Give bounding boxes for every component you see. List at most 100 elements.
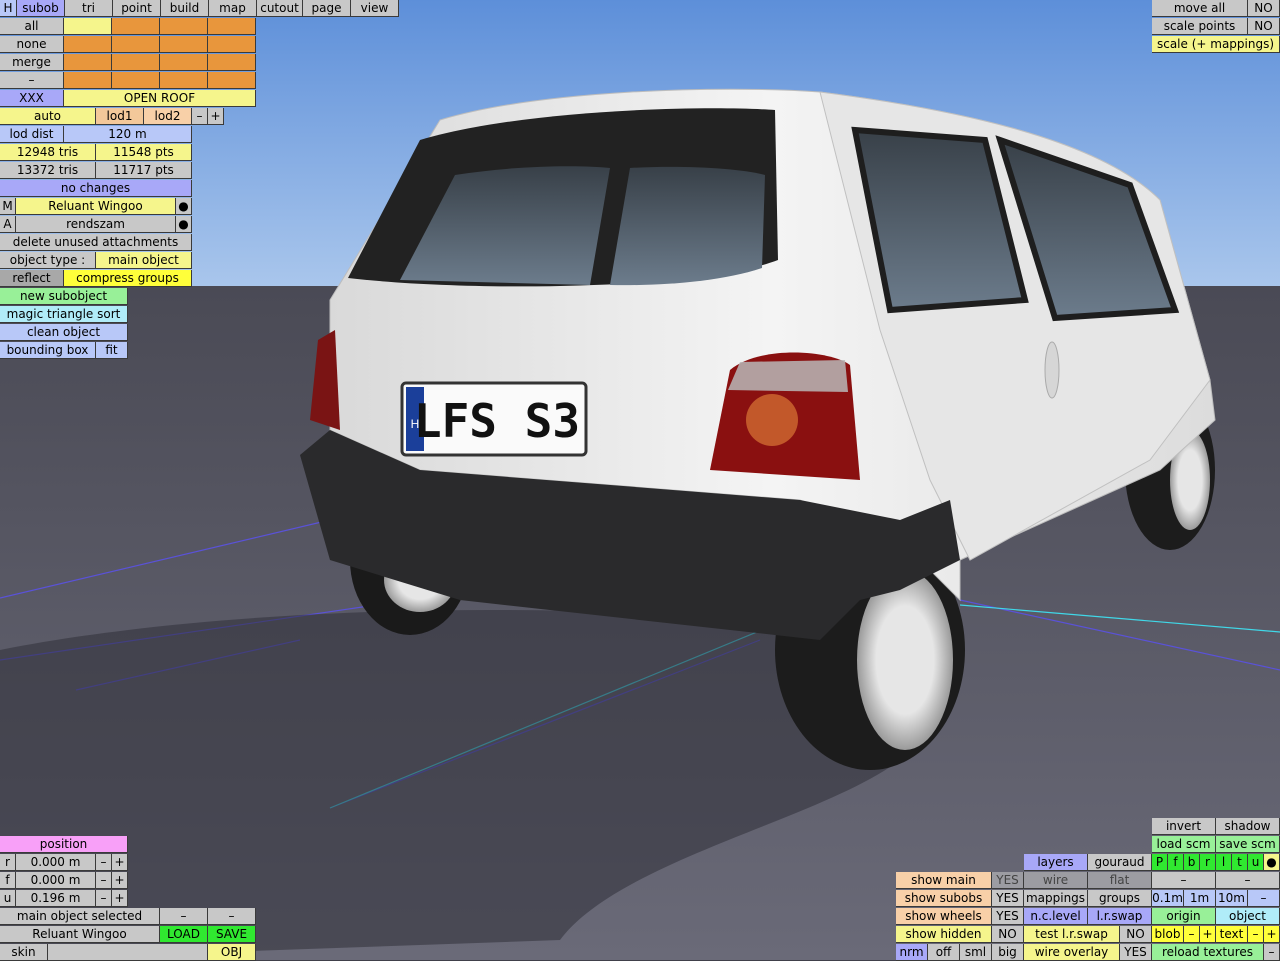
view-t-button[interactable]: t xyxy=(1232,854,1248,871)
env-minus-button-2[interactable]: – xyxy=(1216,872,1280,889)
lr-swap-button[interactable]: l.r.swap xyxy=(1088,908,1152,925)
subobject-slot[interactable] xyxy=(112,18,160,35)
lod-auto-button[interactable]: auto xyxy=(0,108,96,125)
blob-plus-button[interactable]: + xyxy=(1200,926,1216,943)
tab-map[interactable]: map xyxy=(209,0,257,17)
reload-minus-button[interactable]: – xyxy=(1264,944,1280,961)
show-main-value[interactable]: YES xyxy=(992,872,1024,889)
3d-viewport[interactable]: H LFS S3 xyxy=(0,0,1280,960)
subobject-slot[interactable] xyxy=(160,72,208,89)
position-u-field[interactable]: 0.196 m xyxy=(16,890,96,907)
position-r-minus[interactable]: – xyxy=(96,854,112,871)
tab-view[interactable]: view xyxy=(351,0,399,17)
move-all-button[interactable]: move all xyxy=(1152,0,1248,17)
subobject-slot[interactable] xyxy=(160,36,208,53)
wire-overlay-button[interactable]: wire overlay xyxy=(1024,944,1120,961)
save-button[interactable]: SAVE xyxy=(208,926,256,943)
view-r-button[interactable]: r xyxy=(1200,854,1216,871)
subobject-slot[interactable] xyxy=(160,54,208,71)
scale-points-button[interactable]: scale points xyxy=(1152,18,1248,35)
skin-field[interactable] xyxy=(48,944,208,961)
show-subobs-value[interactable]: YES xyxy=(992,890,1024,907)
tab-build[interactable]: build xyxy=(161,0,209,17)
a-button[interactable]: A xyxy=(0,216,16,233)
lod-dist-value[interactable]: 120 m xyxy=(64,126,192,143)
blob-button[interactable]: blob xyxy=(1152,926,1184,943)
grid-1m-button[interactable]: 1m xyxy=(1184,890,1216,907)
position-f-field[interactable]: 0.000 m xyxy=(16,872,96,889)
show-wheels-button[interactable]: show wheels xyxy=(896,908,992,925)
model-name-field[interactable]: Reluant Wingoo xyxy=(16,198,176,215)
show-hidden-button[interactable]: show hidden xyxy=(896,926,992,943)
object-type-value[interactable]: main object xyxy=(96,252,192,269)
subobject-slot[interactable] xyxy=(64,72,112,89)
position-u-plus[interactable]: + xyxy=(112,890,128,907)
tab-tri[interactable]: tri xyxy=(65,0,113,17)
scale-mappings-button[interactable]: scale (+ mappings) xyxy=(1152,36,1280,53)
lod1-button[interactable]: lod1 xyxy=(96,108,144,125)
compress-groups-button[interactable]: compress groups xyxy=(64,270,192,287)
text-button[interactable]: text xyxy=(1216,926,1248,943)
subobject-slot[interactable] xyxy=(208,36,256,53)
wire-button[interactable]: wire xyxy=(1024,872,1088,889)
subobject-slot[interactable] xyxy=(64,54,112,71)
view-u-button[interactable]: u xyxy=(1248,854,1264,871)
nc-level-button[interactable]: n.c.level xyxy=(1024,908,1088,925)
origin-button[interactable]: origin xyxy=(1152,908,1216,925)
save-scm-button[interactable]: save scm xyxy=(1216,836,1280,853)
fit-button[interactable]: fit xyxy=(96,342,128,359)
move-all-value[interactable]: NO xyxy=(1248,0,1280,17)
merge-button[interactable]: merge xyxy=(0,54,64,71)
position-f-minus[interactable]: – xyxy=(96,872,112,889)
subobject-slot[interactable] xyxy=(208,54,256,71)
grid-10m-button[interactable]: 10m xyxy=(1216,890,1248,907)
test-lr-swap-button[interactable]: test l.r.swap xyxy=(1024,926,1120,943)
invert-button[interactable]: invert xyxy=(1152,818,1216,835)
sml-button[interactable]: sml xyxy=(960,944,992,961)
nrm-button[interactable]: nrm xyxy=(896,944,928,961)
text-plus-button[interactable]: + xyxy=(1264,926,1280,943)
select-all-button[interactable]: all xyxy=(0,18,64,35)
selection-minus-button[interactable]: – xyxy=(160,908,208,925)
lod2-button[interactable]: lod2 xyxy=(144,108,192,125)
reload-textures-button[interactable]: reload textures xyxy=(1152,944,1264,961)
mappings-button[interactable]: mappings xyxy=(1024,890,1088,907)
subobject-slot[interactable] xyxy=(160,18,208,35)
tab-point[interactable]: point xyxy=(113,0,161,17)
flat-button[interactable]: flat xyxy=(1088,872,1152,889)
gouraud-button[interactable]: gouraud xyxy=(1088,854,1152,871)
xxx-button[interactable]: XXX xyxy=(0,90,64,107)
selection-minus-button-2[interactable]: – xyxy=(208,908,256,925)
object-button[interactable]: object xyxy=(1216,908,1280,925)
view-dot-button[interactable]: ● xyxy=(1264,854,1280,871)
show-hidden-value[interactable]: NO xyxy=(992,926,1024,943)
model-file-field[interactable]: Reluant Wingoo xyxy=(0,926,160,943)
bounding-box-button[interactable]: bounding box xyxy=(0,342,96,359)
obj-button[interactable]: OBJ xyxy=(208,944,256,961)
tab-cutout[interactable]: cutout xyxy=(257,0,303,17)
clean-object-button[interactable]: clean object xyxy=(0,324,128,341)
show-subobs-button[interactable]: show subobs xyxy=(896,890,992,907)
subobject-slot[interactable] xyxy=(208,18,256,35)
reflect-button[interactable]: reflect xyxy=(0,270,64,287)
groups-button[interactable]: groups xyxy=(1088,890,1152,907)
select-none-button[interactable]: none xyxy=(0,36,64,53)
grid-minus-button[interactable]: – xyxy=(1248,890,1280,907)
wire-overlay-value[interactable]: YES xyxy=(1120,944,1152,961)
test-lr-swap-value[interactable]: NO xyxy=(1120,926,1152,943)
scale-points-value[interactable]: NO xyxy=(1248,18,1280,35)
env-minus-button[interactable]: – xyxy=(1152,872,1216,889)
lod-minus-button[interactable]: – xyxy=(192,108,208,125)
dash-button[interactable]: – xyxy=(0,72,64,89)
load-button[interactable]: LOAD xyxy=(160,926,208,943)
text-minus-button[interactable]: – xyxy=(1248,926,1264,943)
tab-page[interactable]: page xyxy=(303,0,351,17)
lod-plus-button[interactable]: + xyxy=(208,108,224,125)
view-p-button[interactable]: P xyxy=(1152,854,1168,871)
subobject-slot[interactable] xyxy=(64,36,112,53)
subobject-name[interactable]: OPEN ROOF xyxy=(64,90,256,107)
show-wheels-value[interactable]: YES xyxy=(992,908,1024,925)
blob-minus-button[interactable]: – xyxy=(1184,926,1200,943)
view-l-button[interactable]: l xyxy=(1216,854,1232,871)
subobject-slot[interactable] xyxy=(112,72,160,89)
